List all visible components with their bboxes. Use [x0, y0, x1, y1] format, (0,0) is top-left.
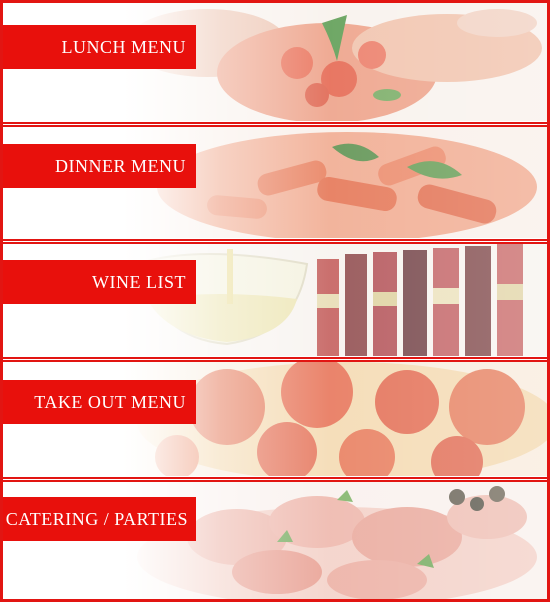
menu-frame: LUNCH MENU DINNER MENU WINE LIST TAKE OU…: [0, 0, 550, 602]
divider: [3, 122, 547, 124]
divider: [3, 477, 547, 479]
menu-panel-wine[interactable]: WINE LIST: [3, 244, 547, 356]
divider: [3, 357, 547, 359]
menu-panel-takeout[interactable]: TAKE OUT MENU: [3, 362, 547, 476]
menu-panel-lunch[interactable]: LUNCH MENU: [3, 3, 547, 121]
divider: [3, 239, 547, 241]
take-out-menu-button[interactable]: TAKE OUT MENU: [3, 380, 196, 424]
dinner-menu-button[interactable]: DINNER MENU: [3, 144, 196, 188]
lunch-menu-button[interactable]: LUNCH MENU: [3, 25, 196, 69]
wine-list-button[interactable]: WINE LIST: [3, 260, 196, 304]
menu-panel-catering[interactable]: CATERING / PARTIES: [3, 482, 547, 599]
menu-panel-dinner[interactable]: DINNER MENU: [3, 127, 547, 238]
catering-parties-button[interactable]: CATERING / PARTIES: [3, 497, 196, 541]
